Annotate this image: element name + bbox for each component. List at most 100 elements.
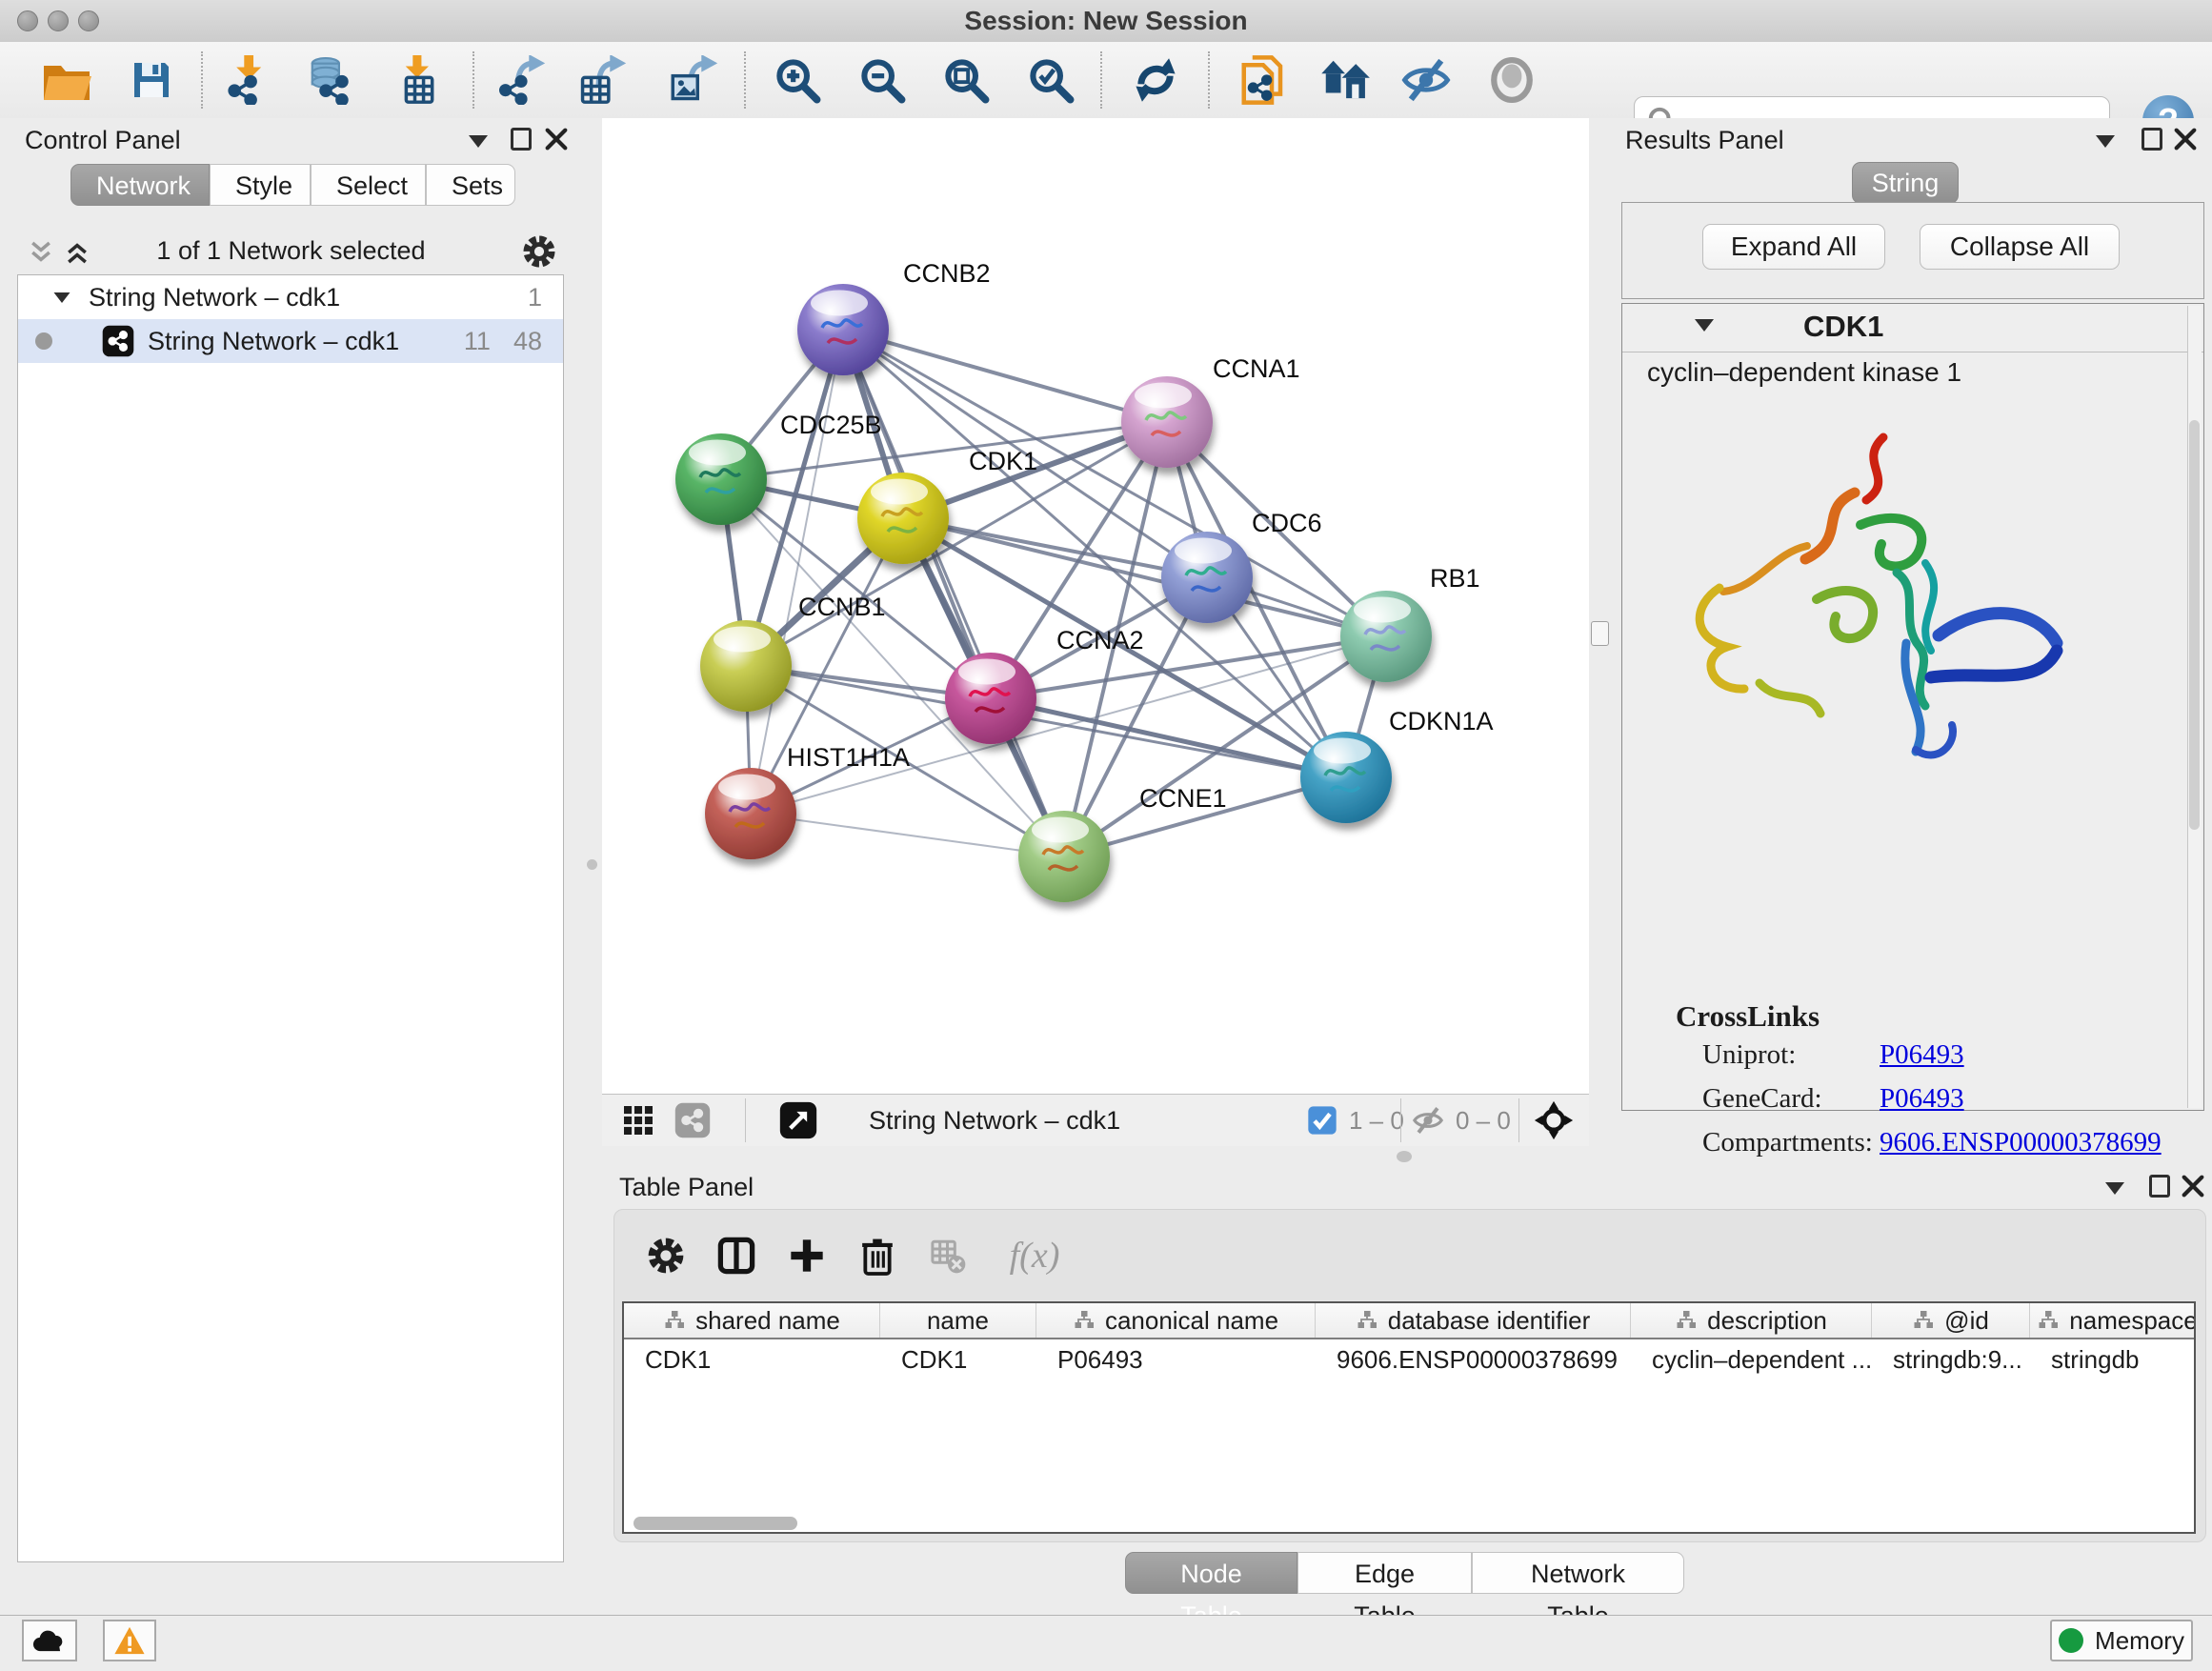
network-edge-CCNB2-CCNA1[interactable]: [843, 330, 1167, 422]
results-scrollbar-thumb[interactable]: [2189, 420, 2200, 830]
network-node-CDK1[interactable]: [857, 473, 949, 564]
warning-status-button[interactable]: [103, 1620, 156, 1661]
network-node-CCNA1[interactable]: [1121, 376, 1213, 468]
open-file-button[interactable]: [40, 53, 93, 107]
table-cell[interactable]: stringdb:9...: [1872, 1339, 2030, 1379]
splitter-handle[interactable]: [1591, 621, 1609, 646]
results-panel-close-icon[interactable]: [2172, 126, 2199, 152]
tab-edge-table[interactable]: Edge Table: [1297, 1552, 1472, 1594]
network-node-CCNA2[interactable]: [945, 653, 1036, 744]
collapse-all-button[interactable]: Collapse All: [1920, 224, 2120, 270]
network-node-CCNB1[interactable]: [700, 620, 792, 712]
column-header-canonical-name[interactable]: canonical name: [1036, 1303, 1316, 1338]
collapse-entry-icon[interactable]: [1695, 319, 1714, 332]
zoom-selected-button[interactable]: [1024, 53, 1077, 107]
save-floppy-icon: [129, 57, 174, 103]
export-network-button[interactable]: [495, 53, 549, 107]
control-panel-float-icon[interactable]: [511, 128, 532, 151]
network-edge-CCNE1-HIST1H1A[interactable]: [751, 814, 1064, 856]
control-network-splitter[interactable]: [582, 118, 602, 1615]
export-table-button[interactable]: [576, 53, 630, 107]
show-all-button[interactable]: [1485, 53, 1538, 107]
delete-column-button[interactable]: [851, 1229, 904, 1282]
zoom-fit-button[interactable]: [939, 53, 993, 107]
copy-style-button[interactable]: [1237, 53, 1290, 107]
table-cell[interactable]: P06493: [1036, 1339, 1316, 1379]
table-row[interactable]: CDK1CDK1P064939606.ENSP00000378699cyclin…: [624, 1339, 2194, 1379]
gene-entry-header[interactable]: CDK1: [1622, 304, 2203, 352]
crosslink-link[interactable]: 9606.ENSP00000378699: [1880, 1127, 2162, 1158]
network-edge-RB1-CCNA2[interactable]: [991, 636, 1386, 698]
column-header-namespace[interactable]: namespace: [2030, 1303, 2196, 1338]
table-panel-close-icon[interactable]: [2180, 1173, 2206, 1199]
table-cell[interactable]: stringdb: [2030, 1339, 2196, 1379]
table-cell[interactable]: CDK1: [880, 1339, 1036, 1379]
splitter-grip[interactable]: [587, 859, 597, 870]
column-header-shared-name[interactable]: shared name: [624, 1303, 880, 1338]
column-header-name[interactable]: name: [880, 1303, 1036, 1338]
network-edge-CCNB2-HIST1H1A[interactable]: [751, 330, 843, 814]
network-node-CDC6[interactable]: [1161, 532, 1253, 623]
refresh-view-button[interactable]: [1129, 53, 1182, 107]
network-node-CCNB2[interactable]: [797, 284, 889, 375]
tab-network[interactable]: Network: [70, 164, 210, 206]
tab-network-table[interactable]: Network Table: [1472, 1552, 1684, 1594]
node-label-CCNA1: CCNA1: [1213, 354, 1300, 383]
results-scrollbar[interactable]: [2187, 306, 2202, 1108]
export-network-icon: [497, 55, 547, 105]
tab-sets[interactable]: Sets: [426, 164, 515, 206]
results-panel-float-icon[interactable]: [2142, 128, 2162, 151]
show-columns-button[interactable]: [710, 1229, 763, 1282]
node-label-CDK1: CDK1: [969, 447, 1037, 475]
crosslink-link[interactable]: P06493: [1880, 1083, 1964, 1115]
zoom-out-button[interactable]: [855, 53, 909, 107]
network-node-CCNE1[interactable]: [1018, 811, 1110, 902]
network-edge-CCNA2-CDKN1A[interactable]: [991, 698, 1346, 777]
splitter-grip[interactable]: [1397, 1151, 1412, 1162]
network-node-HIST1H1A[interactable]: [705, 768, 796, 859]
import-network-from-database-button[interactable]: [301, 53, 354, 107]
table-settings-button[interactable]: [639, 1229, 693, 1282]
tab-style[interactable]: Style: [210, 164, 311, 206]
network-row[interactable]: String Network – cdk1 11 48: [18, 319, 563, 363]
cloud-status-button[interactable]: [22, 1620, 77, 1661]
create-column-button[interactable]: [780, 1229, 834, 1282]
column-header-database-identifier[interactable]: database identifier: [1316, 1303, 1631, 1338]
zoom-in-button[interactable]: [771, 53, 824, 107]
import-network-button[interactable]: [220, 53, 273, 107]
crosslink-link[interactable]: P06493: [1880, 1039, 1964, 1071]
network-node-CDKN1A[interactable]: [1300, 732, 1392, 823]
tab-string[interactable]: String: [1852, 162, 1959, 204]
memory-button[interactable]: Memory: [2050, 1620, 2193, 1661]
table-cell[interactable]: 9606.ENSP00000378699: [1316, 1339, 1631, 1379]
detach-view-button[interactable]: [779, 1101, 817, 1139]
tab-node-table[interactable]: Node Table: [1125, 1552, 1297, 1594]
network-node-CDC25B[interactable]: [675, 433, 767, 525]
network-collection-row[interactable]: String Network – cdk1 1: [18, 275, 563, 319]
table-cell[interactable]: CDK1: [624, 1339, 880, 1379]
table-panel-dock-icon[interactable]: [2105, 1182, 2124, 1195]
control-panel-dock-icon[interactable]: [469, 135, 488, 148]
collection-expand-icon[interactable]: [54, 292, 70, 302]
network-view-button[interactable]: [674, 1101, 711, 1139]
table-cell[interactable]: cyclin–dependent ...: [1631, 1339, 1872, 1379]
import-table-button[interactable]: [390, 53, 443, 107]
table-horizontal-scrollbar[interactable]: [633, 1517, 797, 1530]
export-image-button[interactable]: [668, 53, 721, 107]
table-panel-float-icon[interactable]: [2149, 1175, 2170, 1198]
save-session-button[interactable]: [125, 53, 178, 107]
hide-selected-button[interactable]: [1399, 53, 1453, 107]
network-node-RB1[interactable]: [1340, 591, 1432, 682]
expand-all-button[interactable]: Expand All: [1702, 224, 1885, 270]
results-panel-dock-icon[interactable]: [2096, 135, 2115, 148]
network-results-splitter[interactable]: [1589, 118, 1612, 1146]
control-panel-close-icon[interactable]: [543, 126, 570, 152]
column-header--id[interactable]: @id: [1872, 1303, 2030, 1338]
grid-view-button[interactable]: [621, 1101, 655, 1139]
network-canvas[interactable]: CCNB2CCNA1CDC25BCDK1CDC6RB1CCNB1CCNA2CDK…: [602, 118, 1589, 1094]
pan-mode-button[interactable]: [1534, 1101, 1574, 1139]
column-header-description[interactable]: description: [1631, 1303, 1872, 1338]
gear-icon[interactable]: [522, 234, 556, 269]
houses-button[interactable]: [1318, 53, 1372, 107]
tab-select[interactable]: Select: [311, 164, 426, 206]
